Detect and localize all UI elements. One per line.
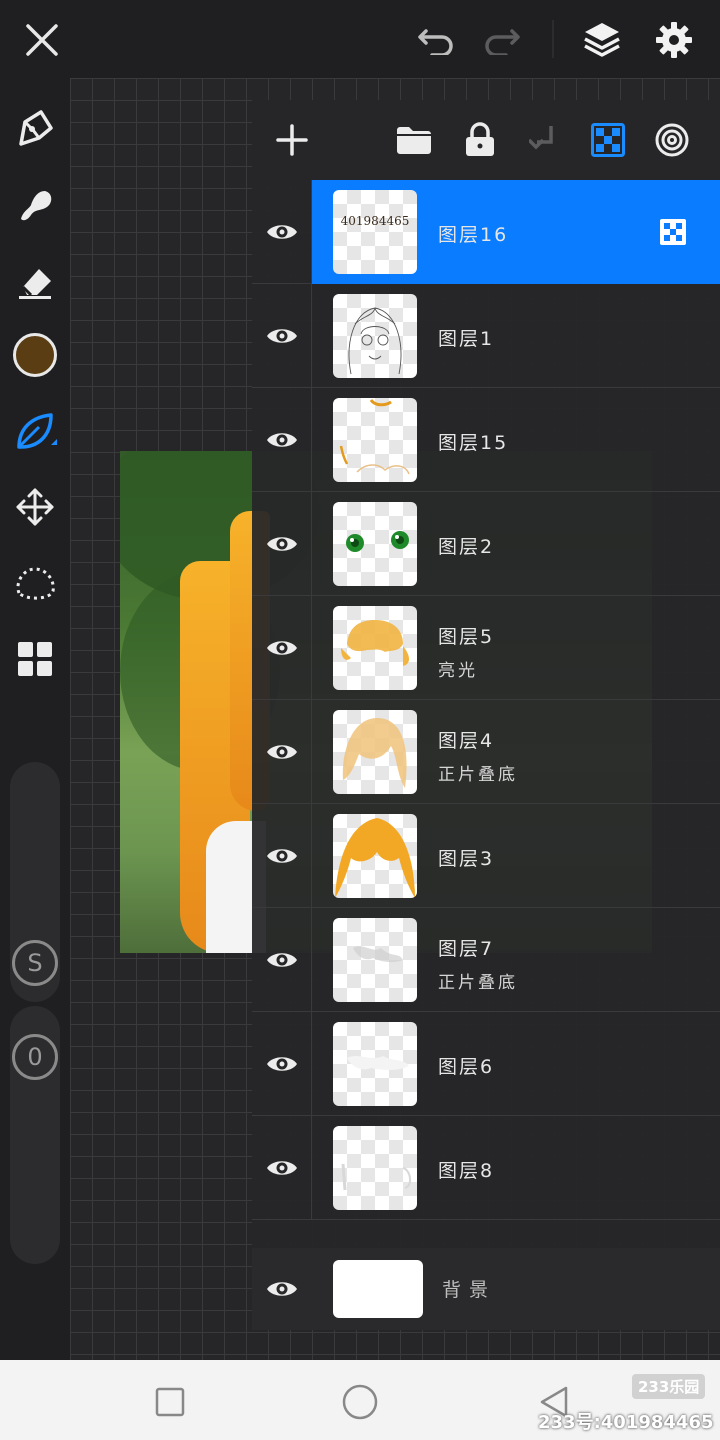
brush-size-knob[interactable]: S: [12, 940, 58, 986]
visibility-eye-icon[interactable]: [252, 1248, 312, 1330]
layers-icon[interactable]: [576, 14, 628, 66]
layer-name: 图层4: [438, 730, 495, 752]
eraser-icon[interactable]: [8, 254, 62, 308]
layer-thumbnail: [333, 294, 417, 378]
visibility-eye-icon[interactable]: [252, 1012, 312, 1116]
layer-row[interactable]: 图层4 正片叠底: [252, 700, 720, 804]
toolbar-separator: [552, 20, 554, 58]
lasso-icon[interactable]: [8, 556, 62, 610]
system-nav-bar: 233乐园 233号:401984465: [0, 1360, 720, 1440]
visibility-eye-icon[interactable]: [252, 1116, 312, 1220]
layer-thumbnail: [333, 1126, 417, 1210]
layer-thumbnail: [333, 398, 417, 482]
alpha-lock-indicator-icon: [660, 219, 686, 245]
drawing-app: S 0 401984465 图层16 图层1 图层15 图层2 图层5 亮光 图…: [0, 0, 720, 1440]
home-icon[interactable]: [338, 1380, 382, 1424]
brush-icon[interactable]: [8, 101, 62, 155]
leaf-brush-icon[interactable]: [8, 404, 62, 458]
undo-icon[interactable]: [410, 14, 462, 66]
close-icon[interactable]: [16, 14, 68, 66]
layer-name: 图层2: [438, 536, 495, 558]
layers-panel: 401984465 图层16 图层1 图层15 图层2 图层5 亮光 图层4 正片叠底 图层3 图层…: [252, 100, 720, 1330]
watermark-text: 233号:401984465: [538, 1412, 714, 1433]
background-thumbnail: [333, 1260, 423, 1318]
layer-row-body[interactable]: 图层3: [312, 804, 720, 908]
layer-thumbnail: 401984465: [333, 190, 417, 274]
alpha-lock-icon[interactable]: [582, 114, 634, 166]
visibility-eye-icon[interactable]: [252, 804, 312, 908]
layer-row[interactable]: 图层1: [252, 284, 720, 388]
layer-thumbnail: [333, 814, 417, 898]
blend-icon[interactable]: [646, 114, 698, 166]
lock-icon[interactable]: [454, 114, 506, 166]
layer-row[interactable]: 图层3: [252, 804, 720, 908]
background-layer-name: 背景: [442, 1279, 497, 1301]
layer-name: 图层3: [438, 848, 495, 870]
layer-blend-mode: 正片叠底: [438, 765, 518, 785]
layer-thumbnail: [333, 710, 417, 794]
layer-row-body[interactable]: 图层8: [312, 1116, 720, 1220]
layer-row-body[interactable]: 图层2: [312, 492, 720, 596]
layer-blend-mode: 正片叠底: [438, 973, 518, 993]
layer-name: 图层16: [438, 224, 509, 246]
layer-thumbnail: [333, 606, 417, 690]
layer-row-body[interactable]: 401984465 图层16: [312, 180, 720, 284]
layer-row-body[interactable]: 图层4 正片叠底: [312, 700, 720, 804]
layer-thumbnail: [333, 502, 417, 586]
merge-down-icon[interactable]: [518, 114, 570, 166]
top-bar: [0, 0, 720, 78]
brush-opacity-knob[interactable]: 0: [12, 1034, 58, 1080]
visibility-eye-icon[interactable]: [252, 908, 312, 1012]
layer-row-body[interactable]: 图层5 亮光: [312, 596, 720, 700]
background-layer-row[interactable]: 背景: [252, 1248, 720, 1330]
layer-row[interactable]: 图层15: [252, 388, 720, 492]
layer-row[interactable]: 401984465 图层16: [252, 180, 720, 284]
layer-name: 图层6: [438, 1056, 495, 1078]
layer-row[interactable]: 图层8: [252, 1116, 720, 1220]
layers-toolbar: [252, 100, 720, 180]
visibility-eye-icon[interactable]: [252, 596, 312, 700]
watermark-logo: 233乐园: [632, 1374, 706, 1399]
layer-row[interactable]: 图层6: [252, 1012, 720, 1116]
layer-name: 图层15: [438, 432, 509, 454]
layer-list[interactable]: 401984465 图层16 图层1 图层15 图层2 图层5 亮光 图层4 正片叠底 图层3 图层…: [252, 180, 720, 1248]
settings-icon[interactable]: [648, 14, 700, 66]
layer-row[interactable]: 图层7 正片叠底: [252, 908, 720, 1012]
visibility-eye-icon[interactable]: [252, 284, 312, 388]
layer-row[interactable]: 图层2: [252, 492, 720, 596]
layer-name: 图层8: [438, 1160, 495, 1182]
layer-row-body[interactable]: 图层15: [312, 388, 720, 492]
folder-icon[interactable]: [388, 114, 440, 166]
visibility-eye-icon[interactable]: [252, 492, 312, 596]
smudge-icon[interactable]: [8, 178, 62, 232]
layer-row-body[interactable]: 图层6: [312, 1012, 720, 1116]
gallery-grid-icon[interactable]: [8, 632, 62, 686]
layer-blend-mode: 亮光: [438, 661, 478, 681]
layer-row[interactable]: 图层5 亮光: [252, 596, 720, 700]
current-color: [13, 333, 57, 377]
visibility-eye-icon[interactable]: [252, 388, 312, 492]
move-icon[interactable]: [8, 480, 62, 534]
color-swatch[interactable]: [8, 328, 62, 382]
layer-thumbnail: [333, 918, 417, 1002]
add-layer-icon[interactable]: [266, 114, 318, 166]
visibility-eye-icon[interactable]: [252, 180, 312, 284]
tool-sidebar: S 0: [0, 78, 70, 1360]
visibility-eye-icon[interactable]: [252, 700, 312, 804]
layer-row-body[interactable]: 图层1: [312, 284, 720, 388]
recent-apps-icon[interactable]: [148, 1380, 192, 1424]
layer-name: 图层1: [438, 328, 495, 350]
layer-thumbnail: [333, 1022, 417, 1106]
layer-name: 图层7: [438, 938, 495, 960]
layer-row-body[interactable]: 图层7 正片叠底: [312, 908, 720, 1012]
layer-name: 图层5: [438, 626, 495, 648]
thumbnail-text: 401984465: [340, 214, 410, 228]
redo-icon[interactable]: [476, 14, 528, 66]
